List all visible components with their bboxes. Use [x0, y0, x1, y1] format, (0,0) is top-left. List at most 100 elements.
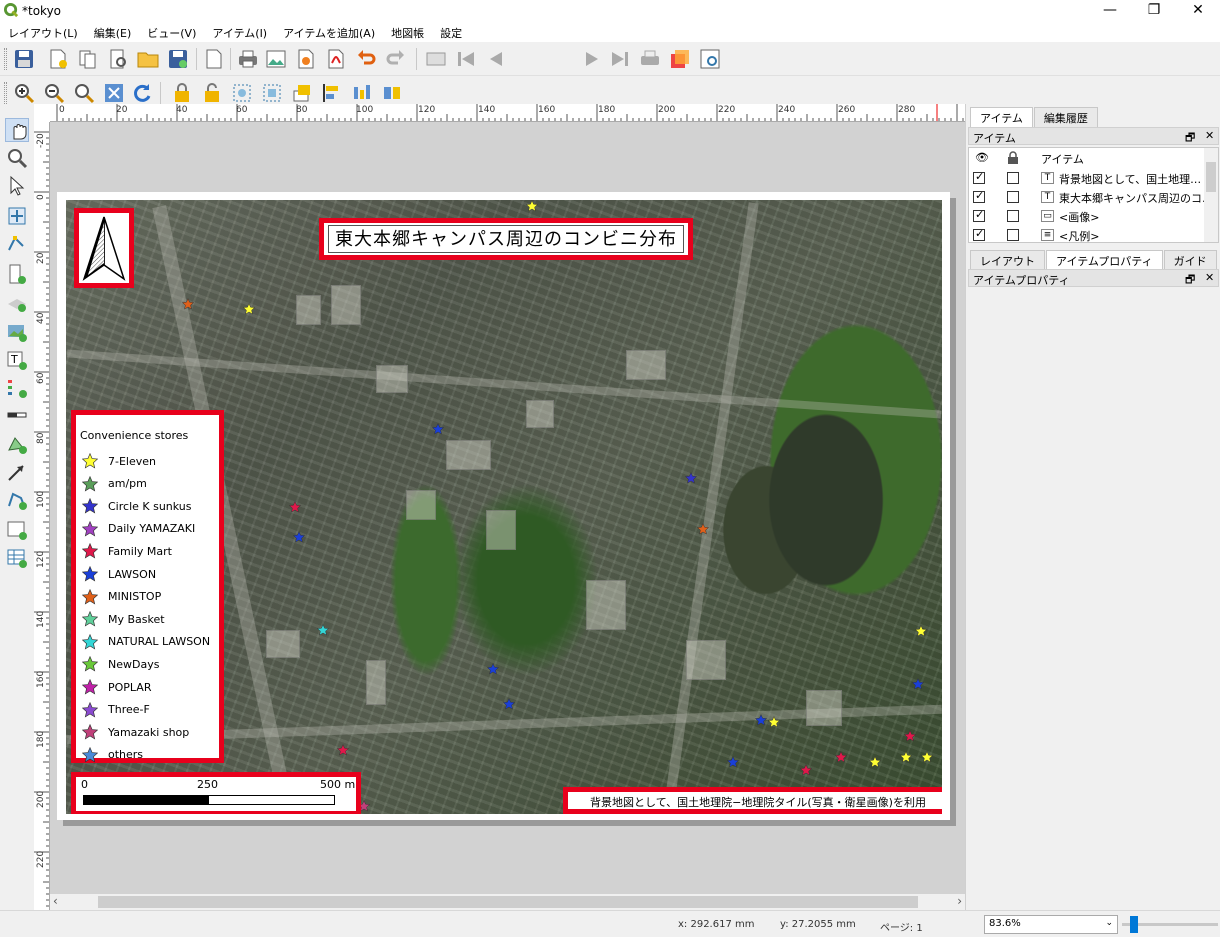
scrollbar-thumb[interactable]	[98, 896, 918, 908]
lock-checkbox[interactable]	[1007, 210, 1019, 222]
print-atlas-icon[interactable]	[638, 47, 662, 71]
page-setup-icon[interactable]	[202, 47, 226, 71]
tab-layout[interactable]: レイアウト	[970, 250, 1045, 271]
menu-settings[interactable]: 設定	[432, 22, 470, 42]
layout-manager-icon[interactable]	[106, 47, 130, 71]
zoom-full-icon[interactable]	[102, 81, 126, 105]
items-tree-row[interactable]: T 背景地図として、国土地理…	[969, 169, 1205, 188]
lock-checkbox[interactable]	[1007, 172, 1019, 184]
store-marker-circlek[interactable]	[685, 472, 697, 484]
store-marker-lawson[interactable]	[727, 756, 739, 768]
save-icon[interactable]	[12, 47, 36, 71]
store-marker-7eleven[interactable]	[526, 200, 538, 212]
visibility-checkbox[interactable]	[973, 208, 985, 222]
menu-items[interactable]: アイテム(I)	[204, 22, 275, 42]
map-title-box[interactable]: 東大本郷キャンパス周辺のコンビニ分布	[319, 218, 693, 260]
store-marker-7eleven[interactable]	[243, 303, 255, 315]
unlock-items-icon[interactable]	[200, 81, 224, 105]
lock-checkbox[interactable]	[1007, 229, 1019, 241]
lock-checkbox[interactable]	[1007, 191, 1019, 203]
open-template-icon[interactable]	[136, 47, 160, 71]
store-marker-7eleven[interactable]	[921, 751, 933, 763]
visibility-checkbox[interactable]	[973, 227, 985, 241]
new-layout-icon[interactable]	[46, 47, 70, 71]
canvas-horizontal-scrollbar[interactable]: ‹ ›	[50, 894, 965, 910]
edit-nodes-icon[interactable]	[5, 232, 29, 256]
float-panel-icon[interactable]: 🗗	[1185, 129, 1195, 148]
store-marker-ministop[interactable]	[697, 523, 709, 535]
zoom-slider-handle[interactable]	[1130, 916, 1138, 933]
move-content-icon[interactable]	[5, 204, 29, 228]
add-3d-map-icon[interactable]	[5, 290, 29, 314]
add-legend-icon[interactable]	[5, 376, 29, 400]
visibility-checkbox[interactable]	[973, 189, 985, 203]
atlas-preview-icon[interactable]	[424, 47, 448, 71]
store-marker-7eleven[interactable]	[900, 751, 912, 763]
store-marker-7eleven[interactable]	[768, 716, 780, 728]
store-marker-familymart[interactable]	[289, 501, 301, 513]
redo-icon[interactable]	[384, 47, 408, 71]
tab-items[interactable]: アイテム	[970, 107, 1033, 128]
distribute-items-icon[interactable]	[350, 81, 374, 105]
zoom-in-icon[interactable]	[12, 81, 36, 105]
add-arrow-icon[interactable]	[5, 460, 29, 484]
zoom-actual-icon[interactable]	[72, 81, 96, 105]
items-tree-scrollbar[interactable]	[1204, 148, 1218, 242]
pan-tool-icon[interactable]	[5, 118, 29, 142]
items-tree-row[interactable]: T 東大本郷キャンパス周辺のコ…	[969, 188, 1213, 207]
print-icon[interactable]	[236, 47, 260, 71]
maximize-button[interactable]: ❐	[1132, 0, 1176, 22]
tab-item-properties[interactable]: アイテムプロパティ	[1046, 250, 1163, 271]
float-panel-icon[interactable]: 🗗	[1185, 271, 1195, 290]
store-marker-familymart[interactable]	[337, 744, 349, 756]
map-item[interactable]: 東大本郷キャンパス周辺のコンビニ分布 Convenience stores 7-…	[66, 200, 942, 814]
tab-undo-history[interactable]: 編集履歴	[1033, 107, 1098, 128]
zoom-out-icon[interactable]	[42, 81, 66, 105]
toolbar-grip[interactable]	[4, 48, 7, 70]
store-marker-natural-lawson[interactable]	[317, 624, 329, 636]
atlas-settings-icon[interactable]	[698, 47, 722, 71]
zoom-level-select[interactable]: 83.6% ⌄	[984, 915, 1118, 934]
add-map-icon[interactable]	[5, 320, 29, 344]
menu-atlas[interactable]: 地図帳	[383, 22, 432, 42]
raise-items-icon[interactable]	[290, 81, 314, 105]
store-marker-familymart[interactable]	[800, 764, 812, 776]
lock-items-icon[interactable]	[170, 81, 194, 105]
next-feature-icon[interactable]	[580, 47, 604, 71]
add-scalebar-icon[interactable]	[5, 404, 29, 428]
add-attribute-table-icon[interactable]	[5, 546, 29, 570]
save-template-icon[interactable]	[166, 47, 190, 71]
menu-edit[interactable]: 編集(E)	[86, 22, 140, 42]
last-feature-icon[interactable]	[608, 47, 632, 71]
store-marker-familymart[interactable]	[904, 730, 916, 742]
store-marker-familymart[interactable]	[835, 751, 847, 763]
scrollbar-thumb[interactable]	[1206, 162, 1216, 192]
layout-page[interactable]: 東大本郷キャンパス周辺のコンビニ分布 Convenience stores 7-…	[57, 192, 950, 820]
scroll-right-icon[interactable]: ›	[957, 894, 962, 908]
store-marker-lawson[interactable]	[912, 678, 924, 690]
first-feature-icon[interactable]	[454, 47, 478, 71]
zoom-tool-icon[interactable]	[5, 146, 29, 170]
items-tree-row[interactable]: ≡ <凡例>	[969, 226, 1205, 242]
add-label-icon[interactable]: T	[5, 348, 29, 372]
store-marker-7eleven[interactable]	[915, 625, 927, 637]
close-panel-icon[interactable]: ✕	[1205, 129, 1214, 142]
store-marker-lawson[interactable]	[503, 698, 515, 710]
previous-feature-icon[interactable]	[484, 47, 508, 71]
layout-canvas[interactable]: 東大本郷キャンパス周辺のコンビニ分布 Convenience stores 7-…	[50, 122, 965, 894]
menu-layout[interactable]: レイアウト(L)	[0, 22, 86, 42]
refresh-icon[interactable]	[130, 81, 154, 105]
resize-items-icon[interactable]	[380, 81, 404, 105]
visibility-checkbox[interactable]	[973, 170, 985, 184]
menu-add-item[interactable]: アイテムを追加(A)	[275, 22, 383, 42]
scroll-left-icon[interactable]: ‹	[53, 894, 58, 908]
store-marker-lawson[interactable]	[487, 663, 499, 675]
tab-guides[interactable]: ガイド	[1163, 250, 1217, 271]
toolbar-grip[interactable]	[4, 82, 7, 104]
items-tree[interactable]: 👁 アイテム T 背景地図として、国土地理… T 東大本郷キャンパス周辺のコ… ▭ <画像…	[968, 147, 1219, 243]
close-panel-icon[interactable]: ✕	[1205, 271, 1214, 284]
add-shape-icon[interactable]	[5, 432, 29, 456]
group-items-icon[interactable]	[230, 81, 254, 105]
close-button[interactable]: ✕	[1176, 0, 1220, 22]
store-marker-7eleven[interactable]	[869, 756, 881, 768]
